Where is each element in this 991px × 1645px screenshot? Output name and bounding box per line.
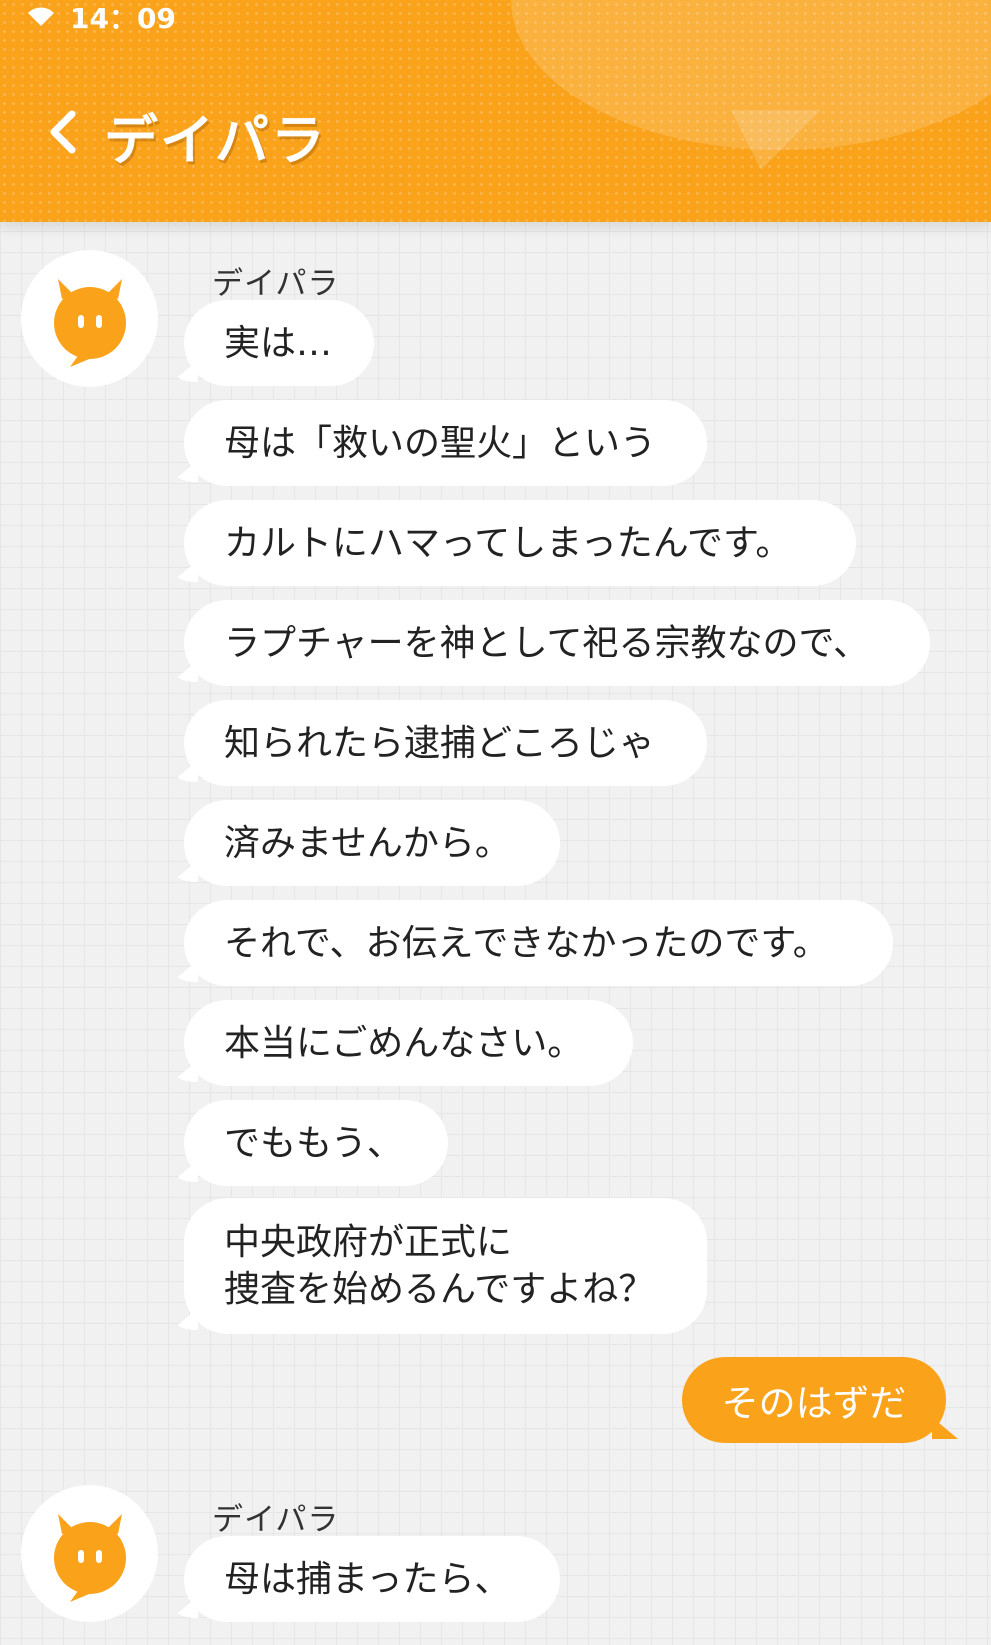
chat-bubble-face-icon [53, 1513, 126, 1602]
message-bubble: それで、お伝えできなかったのです。 [184, 900, 893, 986]
app-header: 14：09 デイパラ [0, 0, 991, 222]
message-bubble: 済みませんから。 [184, 800, 560, 886]
sender-name: デイパラ [212, 266, 340, 302]
message-bubble: 中央政府が正式に 捜査を始めるんですよね？ [184, 1198, 707, 1334]
header-decoration-tail [731, 110, 821, 170]
message-bubble: 母は捕まったら、 [184, 1536, 560, 1622]
message-bubble: 母は「救いの聖火」という [184, 400, 707, 486]
message-bubble: 知られたら逮捕どころじゃ [184, 700, 707, 786]
message-bubble: カルトにハマってしまったんです。 [184, 500, 856, 586]
avatar[interactable] [21, 1485, 158, 1622]
message-bubble: 実は… [184, 300, 374, 386]
chat-bubble-face-icon [53, 278, 126, 367]
page-title: デイパラ [104, 109, 327, 172]
message-bubble: でももう、 [184, 1100, 448, 1186]
chevron-left-icon [50, 110, 76, 154]
outgoing-message-bubble: そのはずだ [682, 1357, 946, 1443]
status-time: 14：09 [70, 2, 176, 35]
status-bar: 14：09 [26, 2, 176, 35]
wifi-icon [28, 7, 54, 26]
message-bubble: ラプチャーを神として祀る宗教なので、 [184, 600, 930, 686]
message-bubble: 本当にごめんなさい。 [184, 1000, 633, 1086]
back-button[interactable] [40, 104, 86, 160]
sender-name: デイパラ [212, 1502, 340, 1538]
avatar[interactable] [21, 250, 158, 387]
